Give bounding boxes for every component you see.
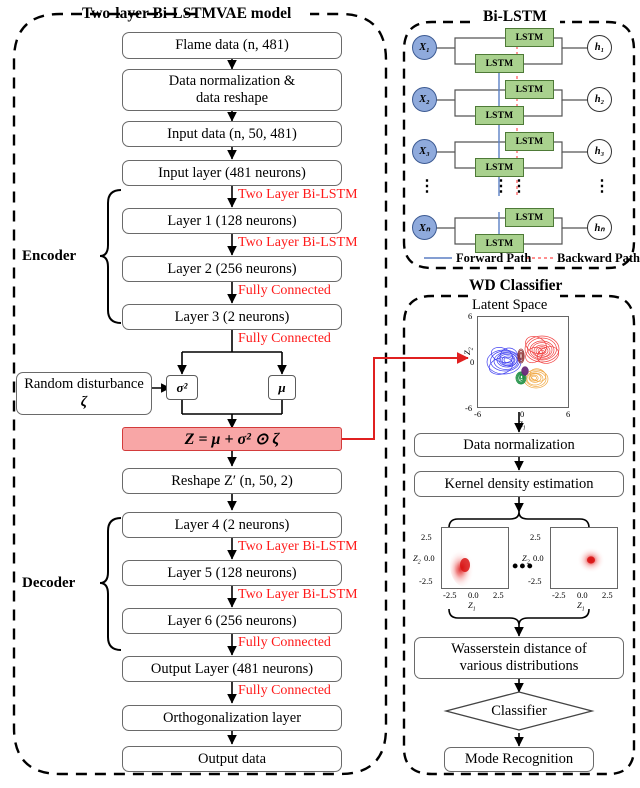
box-output-data: Output data [122, 746, 342, 772]
kde-plot-1-svg [450, 543, 480, 587]
kde2-ylabel: Z2 [522, 553, 530, 566]
red-label-4: Two Layer Bi-LSTM [238, 539, 358, 554]
box-reshape-z: Reshape Z′ (n, 50, 2) [122, 468, 342, 494]
wasserstein-line1: Wasserstein distance of [451, 640, 587, 657]
z-equation-box: Z = μ + σ² ⊙ ζ [122, 427, 342, 451]
latent-xlabel: Z1 [518, 419, 526, 432]
bilstm-output-2: h₃ [587, 139, 612, 164]
lstm-cell-backward-3: LSTM [505, 208, 554, 227]
bilstm-input-1: X₂ [412, 87, 437, 112]
box-input-layer: Input layer (481 neurons) [122, 160, 342, 186]
random-disturbance-line2: ζ [80, 393, 88, 410]
kde1-xtick-right: 2.5 [493, 590, 504, 600]
kde2-xlabel: Z1 [577, 600, 585, 613]
latent-xtick-mid: 0 [520, 409, 525, 419]
kde2-ytick-mid: 0.0 [533, 553, 544, 563]
kde2-xtick-right: 2.5 [602, 590, 613, 600]
bilstm-input-2: X₃ [412, 139, 437, 164]
box-data-normalization: Data normalization & data reshape [122, 69, 342, 111]
box-layer-4: Layer 4 (2 neurons) [122, 512, 342, 538]
red-label-2: Fully Connected [238, 283, 331, 298]
red-label-6: Fully Connected [238, 635, 331, 650]
kde-plot-2-svg [577, 547, 605, 573]
box-layer-1: Layer 1 (128 neurons) [122, 208, 342, 234]
box-layer-2: Layer 2 (256 neurons) [122, 256, 342, 282]
kde1-ytick-bottom: -2.5 [419, 576, 433, 586]
kde2-ytick-top: 2.5 [530, 532, 541, 542]
random-disturbance-line1: Random disturbance [24, 376, 144, 393]
box-layer-5: Layer 5 (128 neurons) [122, 560, 342, 586]
box-data-normalization-line1: Data normalization & [168, 72, 296, 89]
latent-ytick-top: 6 [468, 311, 473, 321]
bilstm-output-3: hₙ [587, 215, 612, 240]
latent-xtick-left: -6 [474, 409, 482, 419]
kde2-xtick-mid: 0.0 [577, 590, 588, 600]
latent-ytick-bottom: -6 [465, 403, 473, 413]
lstm-cell-forward-1: LSTM [475, 106, 524, 125]
kde-plot-2 [550, 527, 618, 589]
latent-xtick-right: 6 [566, 409, 571, 419]
legend-backward-path-label: Backward Path [557, 251, 640, 265]
kde1-xtick-mid: 0.0 [468, 590, 479, 600]
kde1-ytick-mid: 0.0 [424, 553, 435, 563]
box-random-disturbance: Random disturbance ζ [16, 372, 152, 415]
red-label-0: Two Layer Bi-LSTM [238, 187, 358, 202]
kde2-xtick-left: -2.5 [552, 590, 566, 600]
kde1-xlabel: Z1 [468, 600, 476, 613]
diagram-canvas: Two-layer Bi-LSTMVAE model Flame data (n… [0, 0, 640, 788]
sigma-squared-box: σ² [166, 375, 198, 400]
box-kernel-density-estimation: Kernel density estimation [414, 471, 624, 497]
bilstm-ellipsis-backward: ⋮ [511, 178, 527, 195]
wd-panel-title: WD Classifier [469, 277, 563, 294]
kde1-xtick-left: -2.5 [443, 590, 457, 600]
bilstm-input-0: X₁ [412, 35, 437, 60]
box-input-data: Input data (n, 50, 481) [122, 121, 342, 147]
red-label-5: Two Layer Bi-LSTM [238, 587, 358, 602]
mu-box: μ [268, 375, 296, 400]
latent-space-plot [477, 316, 569, 408]
latent-space-title: Latent Space [472, 297, 548, 313]
bilstm-ellipsis-outputs: ⋮ [594, 178, 610, 195]
lstm-cell-backward-1: LSTM [505, 80, 554, 99]
box-mode-recognition: Mode Recognition [444, 747, 594, 772]
bilstm-panel-title: Bi-LSTM [483, 8, 547, 25]
lstm-cell-forward-0: LSTM [475, 54, 524, 73]
bilstm-ellipsis-forward: ⋮ [493, 178, 509, 195]
red-label-3: Fully Connected [238, 331, 331, 346]
latent-ylabel: Z2 [462, 347, 475, 355]
latent-ytick-mid: 0 [470, 357, 475, 367]
kde1-ylabel: Z2 [413, 553, 421, 566]
box-layer-6: Layer 6 (256 neurons) [122, 608, 342, 634]
box-flame-data: Flame data (n, 481) [122, 32, 342, 59]
box-output-layer: Output Layer (481 neurons) [122, 656, 342, 682]
box-data-normalization-wd: Data normalization [414, 433, 624, 457]
kde1-ytick-top: 2.5 [421, 532, 432, 542]
encoder-label: Encoder [22, 248, 77, 264]
box-data-normalization-line2: data reshape [195, 90, 269, 106]
red-label-1: Two Layer Bi-LSTM [238, 235, 358, 250]
bilstm-ellipsis-inputs: ⋮ [419, 178, 435, 195]
kde-plot-1 [441, 527, 509, 589]
kde2-ytick-bottom: -2.5 [528, 576, 542, 586]
bilstm-output-1: h₂ [587, 87, 612, 112]
red-label-7: Fully Connected [238, 683, 331, 698]
bilstm-input-3: Xₙ [412, 215, 437, 240]
lstm-cell-forward-2: LSTM [475, 158, 524, 177]
lstm-cell-backward-2: LSTM [505, 132, 554, 151]
left-panel-title: Two-layer Bi-LSTMVAE model [82, 5, 292, 22]
legend-forward-path-label: Forward Path [456, 251, 532, 265]
latent-space-svg [486, 335, 560, 389]
lstm-cell-backward-0: LSTM [505, 28, 554, 47]
box-wasserstein-distance: Wasserstein distance of various distribu… [414, 637, 624, 679]
decoder-label: Decoder [22, 575, 76, 591]
box-layer-3: Layer 3 (2 neurons) [122, 304, 342, 330]
box-orthogonalization-layer: Orthogonalization layer [122, 705, 342, 731]
wasserstein-line2: various distributions [459, 658, 579, 674]
classifier-decision-label: Classifier [491, 702, 547, 719]
bilstm-output-0: h₁ [587, 35, 612, 60]
